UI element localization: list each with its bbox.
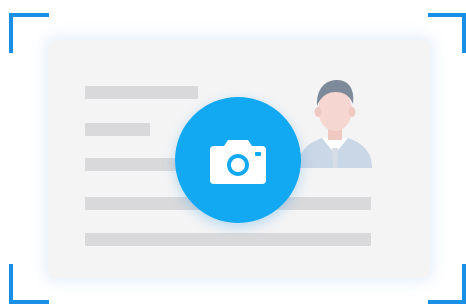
viewfinder-corner-bottom-right [428,264,466,304]
text-placeholder-line [85,86,198,99]
viewfinder-corner-top-right [428,13,466,53]
camera-button[interactable] [175,97,301,223]
viewfinder-corner-bottom-left [9,264,49,304]
viewfinder-corner-top-left [9,13,49,53]
camera-icon [210,140,266,184]
portrait-icon [298,80,372,168]
id-card-capture-view [0,0,466,306]
text-placeholder-line [85,233,371,246]
text-placeholder-line [85,123,150,136]
text-placeholder-line [85,158,185,171]
